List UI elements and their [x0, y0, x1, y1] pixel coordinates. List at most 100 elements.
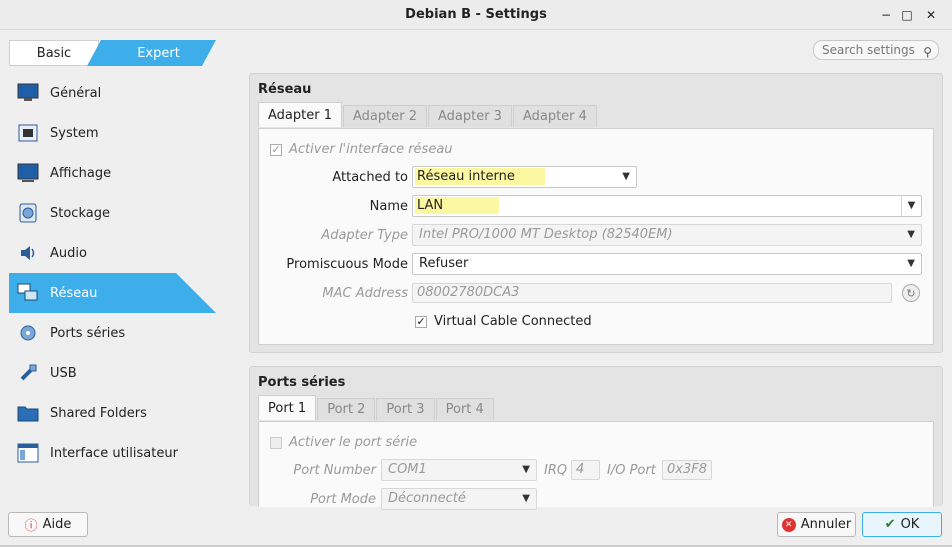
port-mode-select[interactable]: Déconnecté ▼	[381, 488, 537, 510]
network-panel: Réseau Adapter 1 Adapter 2 Adapter 3 Ada…	[249, 73, 943, 353]
sidebar-item-display[interactable]: Affichage	[9, 153, 216, 193]
checkbox-check-icon: ✓	[270, 143, 282, 156]
irq-field[interactable]: 4	[571, 460, 600, 480]
sidebar-item-user-interface[interactable]: Interface utilisateur	[9, 433, 216, 473]
display-icon	[16, 161, 40, 185]
enable-serial-checkbox[interactable]: Activer le port série	[270, 435, 417, 450]
promiscuous-mode-value: Refuser	[419, 256, 469, 271]
serial-ports-title: Ports séries	[258, 375, 346, 390]
audio-icon	[16, 241, 40, 265]
search-input[interactable]: Search settings ⚲	[813, 40, 939, 60]
close-icon[interactable]: ✕	[921, 5, 941, 25]
cancel-button[interactable]: ✕ Annuler	[777, 512, 856, 537]
enable-adapter-label: Activer l'interface réseau	[289, 142, 453, 157]
ok-button-label: OK	[900, 517, 920, 532]
chevron-down-icon: ▼	[907, 258, 915, 269]
chevron-down-icon: ▼	[522, 493, 530, 504]
adapter-type-value: Intel PRO/1000 MT Desktop (82540EM)	[419, 227, 673, 242]
sidebar-item-label: USB	[50, 365, 77, 381]
chevron-down-icon: ▼	[907, 229, 915, 240]
attached-to-value: Réseau interne	[415, 168, 545, 185]
name-combo[interactable]: LAN ▼	[412, 195, 922, 217]
adapter-type-label: Adapter Type	[321, 228, 408, 243]
sidebar-item-label: Audio	[50, 245, 87, 261]
irq-value: 4	[576, 462, 585, 477]
attached-to-select[interactable]: Réseau interne ▼	[412, 166, 637, 188]
expert-mode-button[interactable]: Expert	[87, 40, 216, 66]
port-number-value: COM1	[388, 462, 427, 477]
window-title: Debian B - Settings	[405, 7, 547, 22]
basic-mode-button[interactable]: Basic	[9, 40, 99, 66]
tab-port-2[interactable]: Port 2	[317, 398, 376, 420]
port-number-select[interactable]: COM1 ▼	[381, 459, 537, 481]
enable-adapter-checkbox[interactable]: ✓ Activer l'interface réseau	[270, 142, 453, 157]
sidebar-item-label: Shared Folders	[50, 405, 147, 421]
port-tab-body: Activer le port série Port Number COM1 ▼…	[258, 421, 934, 510]
sidebar-item-serial-ports[interactable]: Ports séries	[9, 313, 216, 353]
refresh-mac-icon[interactable]: ↻	[902, 284, 920, 302]
storage-icon	[16, 201, 40, 225]
adapter-tabs: Adapter 1 Adapter 2 Adapter 3 Adapter 4	[258, 102, 598, 127]
io-port-field[interactable]: 0x3F8	[662, 460, 712, 480]
tab-port-4[interactable]: Port 4	[435, 398, 494, 420]
promiscuous-mode-select[interactable]: Refuser ▼	[412, 253, 922, 275]
title-bar: Debian B - Settings − □ ✕	[0, 0, 952, 30]
help-button-label: Aide	[42, 517, 72, 532]
checkbox-check-icon: ✓	[415, 315, 427, 328]
name-label: Name	[369, 199, 408, 214]
tab-adapter-2[interactable]: Adapter 2	[342, 105, 427, 127]
sidebar-item-label: System	[50, 125, 99, 141]
sidebar-item-label: Interface utilisateur	[50, 445, 178, 461]
name-value: LAN	[415, 197, 500, 214]
port-number-label: Port Number	[293, 463, 376, 478]
sidebar-item-general[interactable]: Général	[9, 73, 216, 113]
shared-folders-icon	[16, 401, 40, 425]
mac-address-value: 08002780DCA3	[417, 285, 520, 300]
virtual-cable-checkbox[interactable]: ✓ Virtual Cable Connected	[415, 314, 592, 329]
irq-label: IRQ	[544, 463, 568, 478]
io-port-label: I/O Port	[607, 463, 656, 478]
port-mode-label: Port Mode	[310, 492, 376, 507]
sidebar-item-usb[interactable]: USB	[9, 353, 216, 393]
attached-to-label: Attached to	[332, 170, 408, 185]
minimize-icon[interactable]: −	[876, 5, 896, 25]
tab-port-1[interactable]: Port 1	[258, 395, 317, 420]
sidebar: Général System Affichage Stockage Audio …	[9, 73, 216, 473]
io-port-value: 0x3F8	[667, 462, 707, 477]
promiscuous-mode-label: Promiscuous Mode	[286, 257, 408, 272]
port-mode-value: Déconnecté	[388, 491, 466, 506]
sidebar-item-system[interactable]: System	[9, 113, 216, 153]
tab-port-3[interactable]: Port 3	[376, 398, 435, 420]
ok-button[interactable]: ✔ OK	[862, 512, 942, 537]
search-placeholder: Search settings	[822, 43, 915, 57]
chevron-down-icon: ▼	[622, 171, 630, 182]
sidebar-item-label: Ports séries	[50, 325, 126, 341]
tab-adapter-1[interactable]: Adapter 1	[258, 102, 342, 127]
chevron-down-icon[interactable]: ▼	[901, 196, 921, 216]
help-button[interactable]: ⓘ Aide	[8, 512, 88, 537]
checkmark-icon: ✔	[884, 517, 896, 532]
maximize-icon[interactable]: □	[897, 5, 917, 25]
checkbox-icon	[270, 436, 282, 449]
cancel-button-label: Annuler	[800, 517, 852, 532]
sidebar-item-shared-folders[interactable]: Shared Folders	[9, 393, 216, 433]
sidebar-item-storage[interactable]: Stockage	[9, 193, 216, 233]
chevron-down-icon: ▼	[522, 464, 530, 475]
sidebar-item-audio[interactable]: Audio	[9, 233, 216, 273]
system-icon	[16, 121, 40, 145]
adapter-type-select[interactable]: Intel PRO/1000 MT Desktop (82540EM) ▼	[412, 224, 922, 246]
serial-ports-icon	[16, 321, 40, 345]
sidebar-item-label: Affichage	[50, 165, 112, 181]
tab-adapter-4[interactable]: Adapter 4	[512, 105, 597, 127]
search-icon: ⚲	[923, 45, 932, 59]
network-title: Réseau	[258, 82, 312, 97]
sidebar-item-label: Réseau	[50, 285, 98, 301]
sidebar-item-label: Stockage	[50, 205, 110, 221]
port-tabs: Port 1 Port 2 Port 3 Port 4	[258, 395, 495, 420]
help-icon: ⓘ	[24, 519, 38, 534]
mac-address-field[interactable]: 08002780DCA3	[412, 283, 892, 303]
sidebar-item-network[interactable]: Réseau	[9, 273, 216, 313]
user-interface-icon	[16, 441, 40, 465]
serial-ports-panel: Ports séries Port 1 Port 2 Port 3 Port 4…	[249, 366, 943, 510]
tab-adapter-3[interactable]: Adapter 3	[427, 105, 512, 127]
